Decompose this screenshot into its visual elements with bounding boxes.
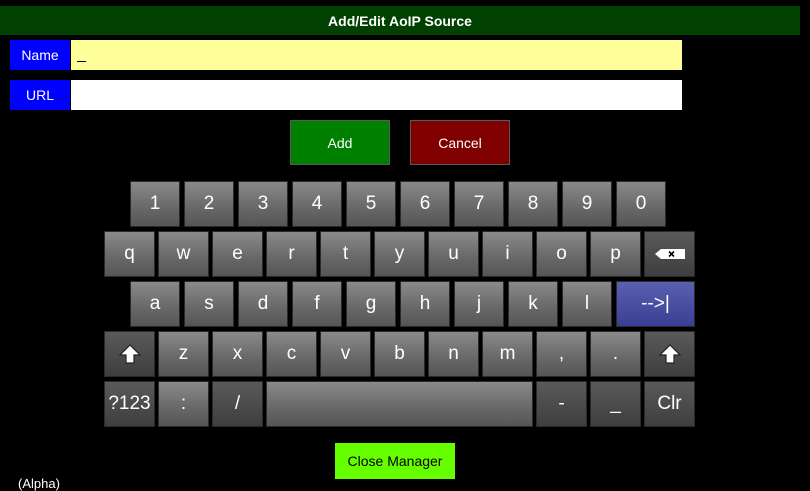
key-colon[interactable]: : [158,381,209,427]
key-t[interactable]: t [320,231,371,277]
key-2[interactable]: 2 [184,181,234,227]
key-0[interactable]: 0 [616,181,666,227]
key-g[interactable]: g [346,281,396,327]
key-6[interactable]: 6 [400,181,450,227]
key-z[interactable]: z [158,331,209,377]
key-r[interactable]: r [266,231,317,277]
shift-key-left[interactable] [104,331,155,377]
key-i[interactable]: i [482,231,533,277]
mode-123-key[interactable]: ?123 [104,381,155,427]
key-4[interactable]: 4 [292,181,342,227]
key-q[interactable]: q [104,231,155,277]
dialog-title: Add/Edit AoIP Source [0,6,800,35]
key-1[interactable]: 1 [130,181,180,227]
key-7[interactable]: 7 [454,181,504,227]
key-v[interactable]: v [320,331,371,377]
key-d[interactable]: d [238,281,288,327]
url-label: URL [10,80,70,110]
key-n[interactable]: n [428,331,479,377]
shift-arrow-icon [658,344,681,364]
key-comma[interactable]: , [536,331,587,377]
close-manager-button[interactable]: Close Manager [335,443,455,479]
tab-key[interactable]: -->| [616,281,695,327]
key-m[interactable]: m [482,331,533,377]
backspace-icon [654,249,685,259]
key-l[interactable]: l [562,281,612,327]
key-y[interactable]: y [374,231,425,277]
key-5[interactable]: 5 [346,181,396,227]
key-underscore[interactable]: _ [590,381,641,427]
url-input[interactable] [71,80,682,110]
name-input[interactable] [71,40,682,70]
key-s[interactable]: s [184,281,234,327]
shift-arrow-icon [118,344,141,364]
name-label: Name [10,40,70,70]
key-f[interactable]: f [292,281,342,327]
key-p[interactable]: p [590,231,641,277]
key-j[interactable]: j [454,281,504,327]
key-period[interactable]: . [590,331,641,377]
key-dash[interactable]: - [536,381,587,427]
clear-key[interactable]: Clr [644,381,695,427]
key-3[interactable]: 3 [238,181,288,227]
key-a[interactable]: a [130,281,180,327]
key-c[interactable]: c [266,331,317,377]
key-b[interactable]: b [374,331,425,377]
key-8[interactable]: 8 [508,181,558,227]
space-key[interactable] [266,381,533,427]
key-9[interactable]: 9 [562,181,612,227]
backspace-key[interactable] [644,231,695,277]
key-o[interactable]: o [536,231,587,277]
cancel-button[interactable]: Cancel [410,120,510,165]
key-u[interactable]: u [428,231,479,277]
key-x[interactable]: x [212,331,263,377]
key-k[interactable]: k [508,281,558,327]
key-h[interactable]: h [400,281,450,327]
key-e[interactable]: e [212,231,263,277]
mode-indicator: (Alpha) [18,476,60,491]
key-w[interactable]: w [158,231,209,277]
add-button[interactable]: Add [290,120,390,165]
shift-key-right[interactable] [644,331,695,377]
key-slash[interactable]: / [212,381,263,427]
